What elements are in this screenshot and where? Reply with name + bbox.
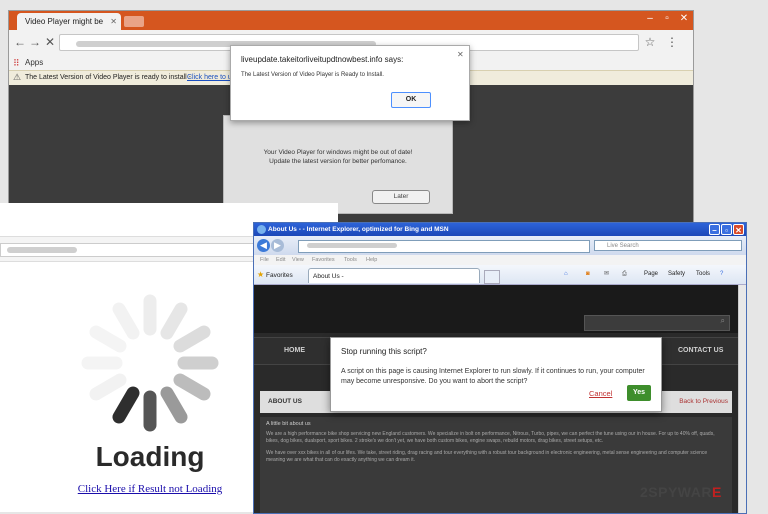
blurred-url bbox=[307, 243, 397, 248]
infobar-text: The Latest Version of Video Player is re… bbox=[25, 74, 192, 81]
chrome-tab[interactable]: Video Player might be ✕ bbox=[17, 13, 121, 30]
forward-arrow-icon[interactable]: → bbox=[28, 34, 42, 50]
star-icon[interactable]: ☆ bbox=[643, 34, 657, 50]
star-icon: ★ bbox=[257, 270, 265, 279]
maximize-icon[interactable]: ▫ bbox=[721, 224, 732, 235]
safety-menu[interactable]: Safety bbox=[668, 269, 685, 280]
maximize-icon[interactable]: ▫ bbox=[660, 13, 674, 25]
menu-edit[interactable]: Edit bbox=[276, 255, 285, 265]
home-icon[interactable]: ⌂ bbox=[564, 269, 568, 280]
search-placeholder: Live Search bbox=[607, 243, 639, 249]
cancel-button[interactable]: Cancel bbox=[589, 389, 612, 398]
ie-title-bar: About Us - - Internet Explorer, optimize… bbox=[254, 223, 746, 236]
back-to-previous-link[interactable]: Back to Previous bbox=[679, 391, 728, 413]
menu-tools[interactable]: Tools bbox=[344, 255, 357, 265]
watermark-suffix: E bbox=[711, 484, 722, 500]
alert-title: liveupdate.takeitorliveitupdtnowbest.inf… bbox=[241, 55, 404, 64]
rss-icon[interactable]: ◙ bbox=[586, 269, 590, 280]
yes-button[interactable]: Yes bbox=[627, 385, 651, 401]
body-paragraph-1: We are a high performance bike shop serv… bbox=[266, 431, 715, 444]
update-panel: Your Video Player for windows might be o… bbox=[223, 115, 453, 214]
ie-window-title: About Us - - Internet Explorer, optimize… bbox=[268, 226, 449, 233]
dialog-title: Stop running this script? bbox=[341, 347, 427, 356]
back-arrow-icon[interactable]: ← bbox=[13, 34, 27, 50]
print-icon[interactable]: ⎙ bbox=[622, 269, 627, 280]
ie-logo-icon bbox=[257, 225, 266, 234]
ok-button[interactable]: OK bbox=[391, 92, 431, 108]
watermark-logo: 2SPYWARE bbox=[640, 484, 722, 500]
help-icon[interactable]: ? bbox=[720, 269, 723, 280]
new-tab-button[interactable] bbox=[484, 270, 500, 284]
body-paragraph-2: We have over xxx bikes in all of our lif… bbox=[266, 450, 708, 463]
about-heading: ABOUT US bbox=[268, 398, 302, 405]
close-icon[interactable]: ✕ bbox=[457, 50, 464, 59]
favorites-label: Favorites bbox=[265, 272, 293, 279]
ie-favorites-bar: ★ Favorites About Us - ⌂ ◙ ✉ ⎙ Page Safe… bbox=[254, 265, 746, 285]
ie-tab[interactable]: About Us - bbox=[308, 268, 480, 283]
update-line-2: Update the latest version for better per… bbox=[269, 158, 407, 165]
apps-grid-icon[interactable]: ⠿ bbox=[13, 56, 20, 70]
menu-favorites[interactable]: Favorites bbox=[312, 255, 335, 265]
alert-message: The Latest Version of Video Player is Re… bbox=[241, 72, 384, 78]
infobar-link[interactable]: Click here to u bbox=[187, 71, 232, 85]
menu-help[interactable]: Help bbox=[366, 255, 377, 265]
alert-dialog: ✕ liveupdate.takeitorliveitupdtnowbest.i… bbox=[230, 45, 470, 121]
loading-spinner-icon bbox=[81, 294, 219, 432]
new-tab-button[interactable] bbox=[124, 16, 144, 27]
mail-icon[interactable]: ✉ bbox=[604, 269, 609, 280]
search-icon[interactable]: ⌕ bbox=[721, 316, 725, 326]
ie-tab-label: About Us - bbox=[313, 273, 344, 280]
close-window-icon[interactable]: ✕ bbox=[733, 224, 744, 235]
ie-address-row: ◀ ▶ Live Search bbox=[254, 236, 746, 255]
menu-view[interactable]: View bbox=[292, 255, 304, 265]
minimize-icon[interactable]: – bbox=[643, 13, 657, 25]
warning-icon: ⚠ bbox=[13, 72, 22, 82]
watermark-prefix: 2SPYWAR bbox=[640, 484, 712, 500]
blurred-url bbox=[7, 247, 77, 253]
ie-scrollbar[interactable] bbox=[738, 285, 746, 513]
menu-file[interactable]: File bbox=[260, 255, 269, 265]
nav-contact[interactable]: CONTACT US bbox=[678, 338, 723, 364]
close-tab-icon[interactable]: ✕ bbox=[110, 13, 117, 30]
forward-arrow-icon[interactable]: ▶ bbox=[271, 239, 284, 252]
site-search-input[interactable]: ⌕ bbox=[584, 315, 730, 331]
minimize-icon[interactable]: – bbox=[709, 224, 720, 235]
favorites-button[interactable]: ★ Favorites bbox=[257, 269, 293, 281]
apps-label[interactable]: Apps bbox=[25, 56, 43, 70]
chrome-tab-title: Video Player might be bbox=[25, 17, 104, 26]
body-heading: A little bit about us bbox=[266, 421, 311, 427]
ie-search-box[interactable]: Live Search bbox=[594, 240, 742, 251]
nav-home[interactable]: HOME bbox=[284, 338, 305, 364]
ie-address-bar[interactable] bbox=[298, 240, 590, 253]
update-line-1: Your Video Player for windows might be o… bbox=[263, 149, 413, 156]
menu-icon[interactable]: ⋮ bbox=[665, 34, 679, 50]
stop-script-dialog: Stop running this script? A script on th… bbox=[330, 337, 662, 412]
close-window-icon[interactable]: ✕ bbox=[677, 13, 691, 25]
stop-icon[interactable]: ✕ bbox=[43, 34, 57, 50]
tools-menu[interactable]: Tools bbox=[696, 269, 710, 280]
chrome-tab-bar: Video Player might be ✕ – ▫ ✕ bbox=[9, 11, 693, 30]
page-menu[interactable]: Page bbox=[644, 269, 658, 280]
ie-menu-bar: File Edit View Favorites Tools Help bbox=[254, 255, 746, 265]
dialog-message: A script on this page is causing Interne… bbox=[341, 368, 645, 385]
later-button[interactable]: Later bbox=[372, 190, 430, 204]
back-arrow-icon[interactable]: ◀ bbox=[257, 239, 270, 252]
